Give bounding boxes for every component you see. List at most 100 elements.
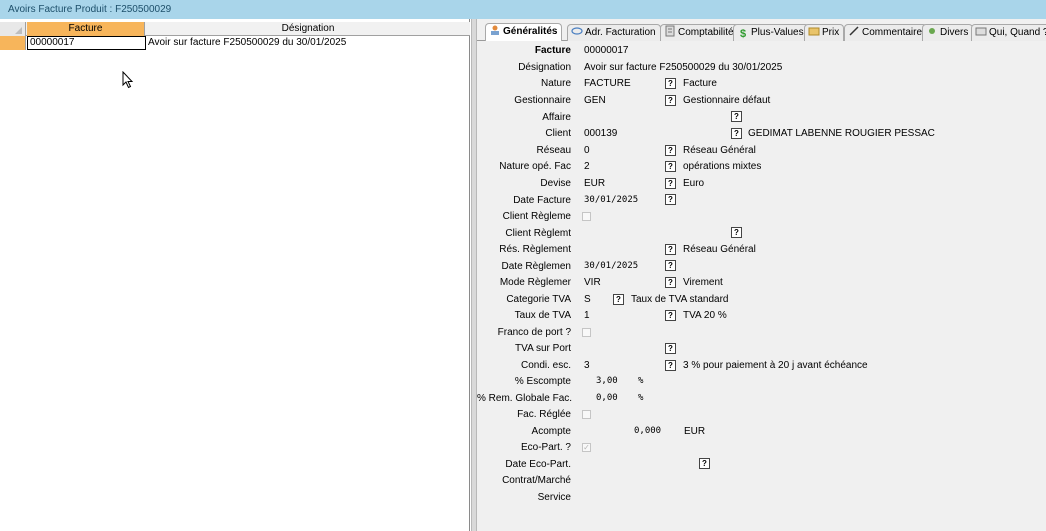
- condi-esc-lookup-button[interactable]: ?: [665, 360, 676, 371]
- date-facture-label: Date Facture: [513, 195, 571, 206]
- mode-reglement-lookup-button[interactable]: ?: [665, 277, 676, 288]
- date-eco-part-lookup-button[interactable]: ?: [699, 458, 710, 469]
- contrat-marche-label: Contrat/Marché: [502, 475, 571, 486]
- date-facture-lookup-button[interactable]: ?: [665, 194, 676, 205]
- taux-tva-value[interactable]: 1: [584, 310, 590, 321]
- who-icon: [975, 27, 987, 36]
- tab-label: Adr. Facturation: [585, 27, 656, 38]
- date-reglement-value[interactable]: 30/01/2025: [584, 261, 638, 271]
- tab-label: Divers: [940, 27, 969, 38]
- nature-value[interactable]: FACTURE: [584, 78, 631, 89]
- categorie-tva-label: Categorie TVA: [506, 294, 571, 305]
- client-reglement-chk-label: Client Règleme: [502, 211, 571, 222]
- mode-reglement-value[interactable]: VIR: [584, 277, 601, 288]
- tab-label: Généralités: [503, 26, 558, 37]
- tab-bar: Généralités Adr. Facturation Comptabilit…: [477, 23, 1046, 41]
- res-reglement-lookup-button[interactable]: ?: [665, 244, 676, 255]
- pct-escompte-unit: %: [638, 376, 644, 386]
- client-reglement-lookup-button[interactable]: ?: [731, 227, 742, 238]
- tab-label: Plus-Values: [751, 27, 804, 38]
- reseau-value[interactable]: 0: [584, 145, 590, 156]
- reseau-desc: Réseau Général: [683, 145, 756, 156]
- tab-label: Prix: [822, 27, 840, 38]
- pct-rem-globale-label: % Rem. Globale Fac.: [477, 393, 573, 404]
- facture-label: Facture: [534, 45, 571, 56]
- tab-label: Commentaire: [862, 27, 923, 38]
- client-desc: GEDIMAT LABENNE ROUGIER PESSAC: [748, 128, 935, 139]
- franco-port-checkbox[interactable]: [582, 328, 591, 337]
- date-facture-value[interactable]: 30/01/2025: [584, 195, 638, 205]
- date-reglement-lookup-button[interactable]: ?: [665, 260, 676, 271]
- column-header-designation[interactable]: Désignation: [146, 22, 470, 36]
- tab-divers[interactable]: Divers: [922, 24, 974, 41]
- cell-facture[interactable]: 00000017: [27, 36, 146, 50]
- nature-desc: Facture: [683, 78, 717, 89]
- fac-reglee-checkbox[interactable]: [582, 410, 591, 419]
- client-reglement-checkbox[interactable]: [582, 212, 591, 221]
- acompte-value[interactable]: 0,000: [634, 426, 661, 436]
- detail-panel: Généralités Adr. Facturation Comptabilit…: [477, 19, 1046, 531]
- reseau-lookup-button[interactable]: ?: [665, 145, 676, 156]
- categorie-tva-lookup-button[interactable]: ?: [613, 294, 624, 305]
- general-icon: [491, 25, 499, 35]
- franco-port-label: Franco de port ?: [497, 327, 571, 338]
- window-title: Avoirs Facture Produit : F250500029: [0, 0, 1046, 19]
- mouse-pointer-icon: [122, 71, 134, 89]
- devise-lookup-button[interactable]: ?: [665, 178, 676, 189]
- condi-esc-value[interactable]: 3: [584, 360, 590, 371]
- gestionnaire-desc: Gestionnaire défaut: [683, 95, 771, 106]
- row-selector[interactable]: [0, 36, 26, 50]
- mode-reglement-label: Mode Règlemer: [499, 277, 571, 288]
- designation-value[interactable]: Avoir sur facture F250500029 du 30/01/20…: [584, 62, 782, 73]
- acompte-unit: EUR: [684, 426, 706, 437]
- affaire-label: Affaire: [542, 112, 571, 123]
- acompte-label: Acompte: [531, 426, 571, 437]
- categorie-tva-value[interactable]: S: [584, 294, 591, 305]
- address-icon: [571, 27, 583, 35]
- gestionnaire-value[interactable]: GEN: [584, 95, 606, 106]
- nature-ope-value[interactable]: 2: [584, 161, 590, 172]
- condi-esc-desc: 3 % pour paiement à 20 j avant échéance: [683, 360, 868, 371]
- taux-tva-lookup-button[interactable]: ?: [665, 310, 676, 321]
- table-row[interactable]: 00000017 Avoir sur facture F250500029 du…: [0, 36, 470, 50]
- devise-value[interactable]: EUR: [584, 178, 605, 189]
- price-icon: [808, 27, 820, 36]
- dollar-icon: $: [739, 28, 747, 40]
- tva-port-lookup-button[interactable]: ?: [665, 343, 676, 354]
- client-value[interactable]: 000139: [584, 128, 617, 139]
- nature-ope-desc: opérations mixtes: [683, 161, 762, 172]
- affaire-lookup-button[interactable]: ?: [731, 111, 742, 122]
- facture-value[interactable]: 00000017: [584, 45, 629, 56]
- client-lookup-button[interactable]: ?: [731, 128, 742, 139]
- pct-escompte-label: % Escompte: [514, 376, 571, 387]
- tab-plus-values[interactable]: $ Plus-Values: [733, 24, 809, 41]
- taux-tva-label: Taux de TVA: [514, 310, 571, 321]
- nature-ope-lookup-button[interactable]: ?: [665, 161, 676, 172]
- select-all-corner[interactable]: [0, 22, 26, 36]
- gestionnaire-label: Gestionnaire: [514, 95, 571, 106]
- tab-comptabilite[interactable]: Comptabilité: [660, 24, 739, 41]
- gestionnaire-lookup-button[interactable]: ?: [665, 95, 676, 106]
- tab-qui-quand[interactable]: Qui, Quand ?: [971, 24, 1046, 41]
- nature-lookup-button[interactable]: ?: [665, 78, 676, 89]
- nature-ope-label: Nature opé. Fac: [499, 161, 571, 172]
- tab-generalites[interactable]: Généralités: [485, 23, 563, 41]
- cell-designation[interactable]: Avoir sur facture F250500029 du 30/01/20…: [148, 36, 470, 50]
- service-label: Service: [537, 492, 571, 503]
- date-reglement-label: Date Règlemen: [501, 261, 571, 272]
- pct-rem-globale-value[interactable]: 0,00: [596, 393, 618, 403]
- categorie-tva-desc: Taux de TVA standard: [631, 294, 729, 305]
- tab-prix[interactable]: Prix: [804, 24, 845, 41]
- eco-part-checkbox[interactable]: ✓: [582, 443, 591, 452]
- misc-icon: [929, 28, 935, 34]
- condi-esc-label: Condi. esc.: [520, 360, 571, 371]
- pct-escompte-value[interactable]: 3,00: [596, 376, 618, 386]
- reseau-label: Réseau: [536, 145, 571, 156]
- date-eco-part-label: Date Eco-Part.: [505, 459, 571, 470]
- client-label: Client: [545, 128, 571, 139]
- column-header-facture[interactable]: Facture: [27, 22, 145, 36]
- eco-part-label: Eco-Part. ?: [520, 442, 571, 453]
- tab-label: Comptabilité: [678, 27, 734, 38]
- tab-adr-facturation[interactable]: Adr. Facturation: [567, 24, 661, 41]
- tab-commentaire[interactable]: Commentaire: [844, 24, 928, 41]
